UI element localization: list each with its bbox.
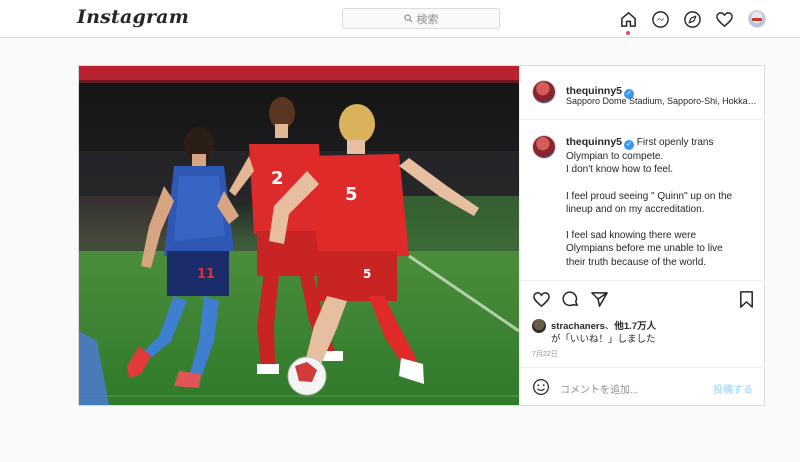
top-navigation-bar: Instagram 検索	[0, 0, 800, 38]
post-date[interactable]: 7月22日	[532, 349, 558, 359]
caption-username[interactable]: thequinny5	[566, 136, 622, 148]
caption-text: thequinny5 ✓ First openly trans Olympian …	[566, 136, 756, 269]
caption-line: I feel proud seeing " Quinn" up on the	[566, 190, 733, 202]
comment-input[interactable]: コメントを追加...	[560, 381, 638, 396]
caption-area: thequinny5 ✓ First openly trans Olympian …	[520, 121, 765, 281]
search-icon	[403, 14, 412, 23]
messenger-icon[interactable]	[650, 9, 671, 30]
caption-line: lineup and on my accreditation.	[566, 203, 705, 215]
share-icon[interactable]	[588, 288, 610, 310]
avatar[interactable]	[532, 319, 546, 333]
profile-avatar[interactable]	[746, 9, 767, 30]
avatar[interactable]	[532, 80, 556, 104]
bookmark-icon[interactable]	[735, 288, 757, 310]
home-icon[interactable]	[618, 9, 639, 35]
caption-line: First openly trans	[636, 137, 714, 148]
caption-line: I feel sad knowing there were	[566, 230, 697, 242]
heart-icon[interactable]	[714, 9, 735, 30]
location-link[interactable]: Sapporo Dome Stadium, Sapporo-Shi, Hokka…	[566, 96, 758, 106]
nav-icons	[618, 8, 767, 35]
post-sidebar: thequinny5 ✓ Sapporo Dome Stadium, Sappor…	[519, 66, 765, 405]
search-placeholder: 検索	[416, 13, 439, 26]
caption-line: Olympian to compete.	[566, 151, 664, 162]
avatar	[747, 10, 766, 28]
caption-line: I don't know how to feel.	[566, 164, 673, 176]
search-input[interactable]: 検索	[342, 8, 500, 29]
likes-summary: strachaners、他1.7万人 が「いいね！」しました	[532, 318, 762, 346]
notification-dot	[626, 30, 630, 35]
post-photo[interactable]: 11 2 5 5	[79, 66, 519, 405]
instagram-logo[interactable]: Instagram	[77, 6, 189, 28]
post-header: thequinny5 ✓ Sapporo Dome Stadium, Sappor…	[520, 66, 765, 120]
svg-text:5: 5	[363, 267, 371, 281]
avatar[interactable]	[532, 135, 556, 159]
like-icon[interactable]	[530, 288, 552, 310]
verified-icon: ✓	[624, 140, 635, 150]
likes-suffix: が「いいね！」しました	[551, 334, 656, 345]
caption-line: their truth because of the world.	[566, 256, 707, 268]
svg-text:11: 11	[197, 267, 215, 282]
comment-icon[interactable]	[559, 288, 581, 310]
comment-box: コメントを追加... 投稿する	[520, 367, 765, 405]
post-comment-button[interactable]: 投稿する	[713, 381, 753, 396]
svg-text:5: 5	[345, 184, 358, 205]
explore-icon[interactable]	[682, 9, 703, 30]
svg-text:2: 2	[271, 168, 284, 189]
soccer-ball	[287, 356, 327, 396]
caption-line: Olympians before me unable to live	[566, 243, 723, 255]
emoji-icon[interactable]	[532, 378, 550, 396]
soccer-match-photo: 11 2 5 5	[79, 66, 519, 405]
likes-line: strachaners、他1.7万人	[551, 318, 656, 332]
action-bar	[520, 288, 765, 312]
post-card: 11 2 5 5 thequinny5 ✓ Sapporo Dome Stadi…	[78, 65, 765, 406]
